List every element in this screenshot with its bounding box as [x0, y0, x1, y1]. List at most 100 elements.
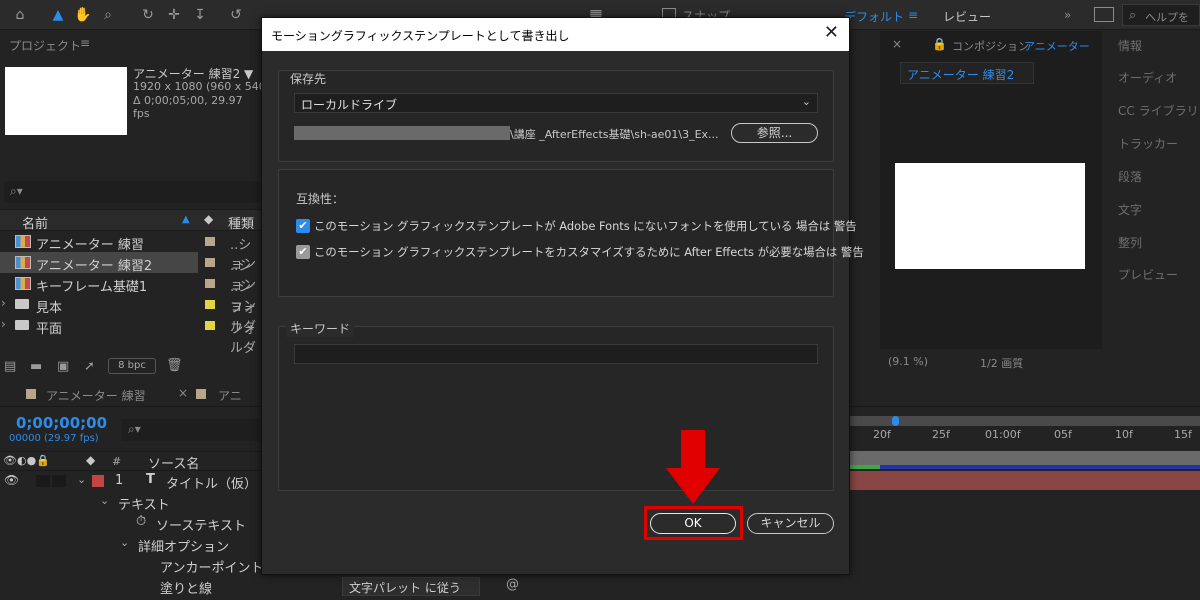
work-area-bar[interactable]	[850, 416, 1200, 426]
panel-align[interactable]: 整列	[1118, 234, 1142, 251]
fonts-warning-checkbox[interactable]: ✔	[296, 219, 310, 233]
selection-tool-icon[interactable]: ▲	[50, 7, 66, 23]
chevron-down-icon[interactable]: ⌄	[100, 494, 109, 507]
new-folder-icon[interactable]: ▬	[30, 359, 42, 374]
trash-icon[interactable]: 🗑	[166, 358, 183, 373]
fill-stroke-dropdown[interactable]: 文字パレット に従う	[342, 577, 480, 596]
chevron-down-icon[interactable]: ⌄	[77, 473, 86, 486]
cancel-button[interactable]: キャンセル	[747, 513, 834, 534]
eye-icon[interactable]: 👁	[4, 473, 19, 487]
label-column-icon[interactable]: ◆	[204, 212, 213, 226]
anchor-tool-icon[interactable]: ✛	[166, 7, 182, 23]
project-search-input[interactable]: ⌕▾	[4, 181, 260, 203]
project-folder-row[interactable]: › 平面 フォルダ	[0, 315, 262, 356]
project-item-row[interactable]: キーフレーム基礎1 ..ション	[0, 273, 262, 314]
comp-tab-name[interactable]: アニメーター	[1024, 38, 1090, 54]
property-row[interactable]: 塗りと線 文字パレット に従う @	[0, 576, 640, 597]
new-composition-icon[interactable]: ▣	[57, 359, 69, 374]
rotate-tool-icon[interactable]: ↻	[140, 7, 156, 23]
bit-depth-button[interactable]: 8 bpc	[108, 358, 156, 374]
workspace-overflow-icon[interactable]: »	[1064, 8, 1071, 22]
panel-cc-libraries[interactable]: CC ライブラリ	[1118, 102, 1199, 119]
panel-paragraph[interactable]: 段落	[1118, 168, 1142, 185]
project-folder-row[interactable]: › 見本 フォルダ	[0, 294, 262, 335]
solo-toggle[interactable]	[36, 475, 50, 487]
ruler-tick: 10f	[1115, 428, 1133, 441]
layer-search-input[interactable]: ⌕▾	[122, 419, 260, 441]
undo-icon[interactable]: ↺	[228, 7, 244, 23]
composition-panel: × 🔒 コンポジション アニメーター アニメーター 練習2 (9.1 %) 1/…	[880, 31, 1102, 381]
project-item-name: 平面	[36, 322, 63, 337]
ruler-tick: 25f	[932, 428, 950, 441]
interpret-footage-icon[interactable]: ▤	[4, 359, 16, 374]
label-swatch[interactable]	[205, 321, 215, 330]
hand-tool-icon[interactable]: ✋	[74, 7, 91, 23]
help-search-box[interactable]: ⌕ ヘルプを	[1122, 4, 1200, 26]
chevron-down-icon[interactable]: ⌄	[120, 536, 129, 549]
playhead-handle[interactable]	[892, 416, 899, 426]
workspace-tab-default[interactable]: デフォルト	[844, 8, 904, 25]
property-name: テキスト	[118, 498, 170, 513]
lock-icon[interactable]: 🔒	[932, 37, 947, 51]
zoom-tool-icon[interactable]: ⌕	[100, 7, 116, 23]
panel-icon[interactable]	[1094, 7, 1114, 22]
panel-menu-icon[interactable]: ≡	[80, 36, 90, 50]
close-icon[interactable]: ×	[178, 386, 188, 400]
lock-toggle[interactable]	[52, 475, 66, 487]
label-swatch[interactable]	[92, 475, 104, 487]
label-swatch[interactable]	[205, 258, 215, 267]
destination-path: \講座 _AfterEffects基礎\sh-ae01\3_Ex...	[510, 128, 719, 141]
composition-viewer[interactable]	[895, 163, 1085, 269]
search-icon: ⌕▾	[128, 422, 141, 436]
comp-thumbnail	[5, 67, 127, 135]
label-swatch[interactable]	[205, 300, 215, 309]
workspace-menu-icon[interactable]: ≡	[908, 8, 918, 22]
render-icon[interactable]: ➚	[84, 359, 95, 374]
timeline-tab-2[interactable]: アニ	[218, 387, 242, 404]
timeline-tab-1[interactable]: アニメーター 練習	[46, 387, 146, 404]
project-item-row[interactable]: アニメーター 練習 ..ション	[0, 231, 262, 272]
keyword-input[interactable]	[294, 344, 818, 364]
resolution-dropdown[interactable]: 1/2 画質	[980, 355, 1023, 371]
comp-tab-label[interactable]: コンポジション	[952, 38, 1029, 54]
timecode-display[interactable]: 0;00;00;00	[16, 414, 107, 432]
panel-preview[interactable]: プレビュー	[1118, 266, 1178, 283]
project-panel: プロジェクト ≡ アニメーター 練習2 ▼ 1920 x 1080 (960 x…	[0, 31, 307, 381]
project-item-row-selected[interactable]: アニメーター 練習2	[0, 252, 198, 274]
panel-character[interactable]: 文字	[1118, 201, 1142, 218]
fill-stroke-value: 文字パレット に従う	[349, 581, 461, 595]
number-column: #	[112, 455, 122, 468]
destination-value: ローカルドライブ	[301, 98, 398, 112]
panel-tracker[interactable]: トラッカー	[1118, 135, 1178, 152]
close-icon[interactable]: ×	[892, 37, 902, 51]
workspace-tab-review[interactable]: レビュー	[943, 8, 991, 25]
home-icon[interactable]: ⌂	[12, 7, 28, 23]
chevron-right-icon[interactable]: ›	[1, 296, 6, 310]
sort-ascending-icon[interactable]: ▲	[182, 214, 190, 225]
search-icon: ⌕	[1129, 8, 1137, 23]
stopwatch-icon[interactable]: ⏱	[136, 514, 146, 529]
pickwhip-icon[interactable]: @	[506, 577, 519, 592]
source-name-header[interactable]: ソース名	[148, 453, 199, 472]
zoom-dropdown[interactable]: (9.1 %)	[888, 355, 928, 368]
label-swatch[interactable]	[205, 279, 215, 288]
destination-dropdown[interactable]: ローカルドライブ ⌄	[294, 93, 818, 113]
close-icon[interactable]: ✕	[824, 23, 839, 43]
panel-info[interactable]: 情報	[1118, 37, 1142, 54]
chevron-right-icon[interactable]: ›	[1, 317, 6, 331]
label-swatch[interactable]	[205, 237, 215, 246]
column-name[interactable]: 名前	[22, 213, 48, 232]
dialog-title: モーショングラフィックステンプレートとして書き出し	[271, 29, 570, 43]
property-name: アンカーポイントの	[160, 561, 277, 576]
pan-tool-icon[interactable]: ↧	[192, 7, 208, 23]
help-search-placeholder: ヘルプを	[1145, 11, 1189, 24]
layer-name[interactable]: タイトル（仮）	[166, 473, 257, 492]
ae-required-label: このモーション グラフィックステンプレートをカスタマイズするために After …	[314, 245, 864, 259]
layer-duration-bar[interactable]	[850, 471, 1200, 490]
ae-required-checkbox[interactable]: ✔	[296, 245, 310, 259]
comp-subtab[interactable]: アニメーター 練習2	[900, 62, 1034, 84]
panel-audio[interactable]: オーディオ	[1118, 69, 1177, 86]
browse-button[interactable]: 参照...	[731, 123, 818, 143]
selected-item-duration: Δ 0;00;05;00, 29.97 fps	[133, 94, 243, 120]
column-type[interactable]: 種類	[228, 213, 254, 232]
